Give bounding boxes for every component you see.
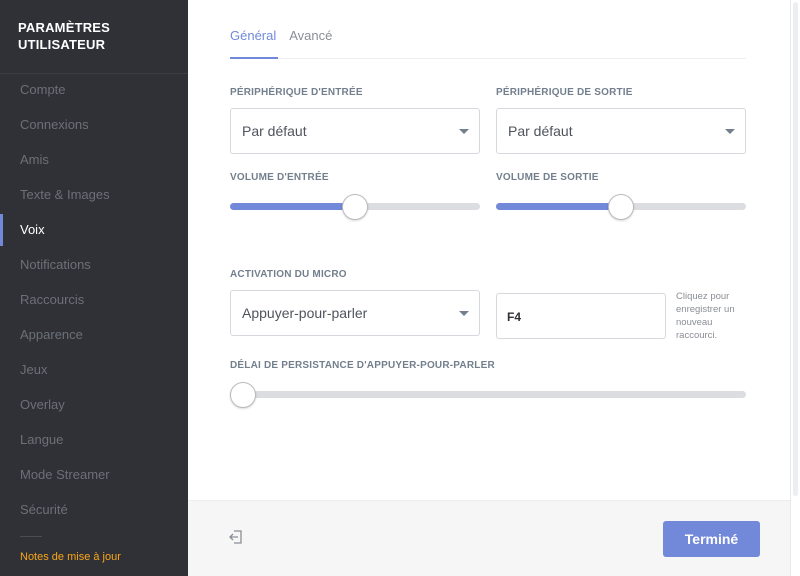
chevron-down-icon [725, 129, 735, 134]
mic-activation-label: ACTIVATION DU MICRO [230, 269, 347, 280]
sidebar-item-compte[interactable]: Compte [0, 74, 188, 106]
settings-footer: Terminé [188, 500, 790, 576]
voice-settings-panel: Général Avancé PÉRIPHÉRIQUE D'ENTRÉE Par… [188, 0, 790, 576]
scrollbar-thumb[interactable] [793, 2, 798, 496]
chevron-down-icon [459, 129, 469, 134]
active-tab-indicator [230, 57, 278, 59]
sidebar-item-mode-streamer[interactable]: Mode Streamer [0, 459, 188, 491]
sidebar-title: PARAMÈTRES UTILISATEUR [18, 20, 111, 52]
tab-advanced[interactable]: Avancé [289, 28, 332, 56]
settings-sidebar: PARAMÈTRES UTILISATEUR Compte Connexions… [0, 0, 188, 576]
slider-fill [230, 203, 355, 210]
keybind-input[interactable]: F4 [496, 293, 666, 339]
sidebar-footer-divider [20, 536, 42, 537]
ptt-delay-label: DÉLAI DE PERSISTANCE D'APPUYER-POUR-PARL… [230, 360, 495, 371]
sidebar-item-notifications[interactable]: Notifications [0, 249, 188, 281]
input-device-value: Par défaut [242, 123, 307, 139]
sidebar-item-connexions[interactable]: Connexions [0, 109, 188, 141]
mic-activation-value: Appuyer-pour-parler [242, 305, 368, 321]
input-volume-label: VOLUME D'ENTRÉE [230, 172, 329, 183]
sidebar-item-overlay[interactable]: Overlay [0, 389, 188, 421]
output-device-value: Par défaut [508, 123, 573, 139]
output-device-select[interactable]: Par défaut [496, 108, 746, 154]
output-volume-slider[interactable] [496, 194, 746, 220]
settings-tabs: Général Avancé [230, 28, 332, 56]
output-device-label: PÉRIPHÉRIQUE DE SORTIE [496, 87, 633, 98]
ptt-delay-slider[interactable] [230, 382, 746, 408]
chevron-down-icon [459, 311, 469, 316]
slider-handle[interactable] [342, 194, 368, 220]
sidebar-item-texte-images[interactable]: Texte & Images [0, 179, 188, 211]
sidebar-item-raccourcis[interactable]: Raccourcis [0, 284, 188, 316]
input-device-label: PÉRIPHÉRIQUE D'ENTRÉE [230, 87, 363, 98]
input-volume-slider[interactable] [230, 194, 480, 220]
tabs-divider [230, 58, 746, 59]
output-volume-label: VOLUME DE SORTIE [496, 172, 599, 183]
done-button[interactable]: Terminé [663, 521, 760, 557]
slider-fill [496, 203, 621, 210]
keybind-hint: Cliquez pour enregistrer un nouveau racc… [676, 291, 735, 341]
scrollbar[interactable] [790, 0, 800, 576]
slider-handle[interactable] [230, 382, 256, 408]
input-device-select[interactable]: Par défaut [230, 108, 480, 154]
slider-track [230, 391, 746, 398]
slider-handle[interactable] [608, 194, 634, 220]
sidebar-item-securite[interactable]: Sécurité [0, 494, 188, 526]
sidebar-item-jeux[interactable]: Jeux [0, 354, 188, 386]
tab-general[interactable]: Général [230, 28, 276, 56]
logout-icon[interactable] [228, 529, 244, 545]
keybind-value: F4 [507, 310, 522, 324]
release-notes-link[interactable]: Notes de mise à jour [20, 551, 121, 563]
sidebar-item-amis[interactable]: Amis [0, 144, 188, 176]
sidebar-item-voix[interactable]: Voix [0, 214, 188, 246]
mic-activation-select[interactable]: Appuyer-pour-parler [230, 290, 480, 336]
sidebar-item-langue[interactable]: Langue [0, 424, 188, 456]
sidebar-item-apparence[interactable]: Apparence [0, 319, 188, 351]
